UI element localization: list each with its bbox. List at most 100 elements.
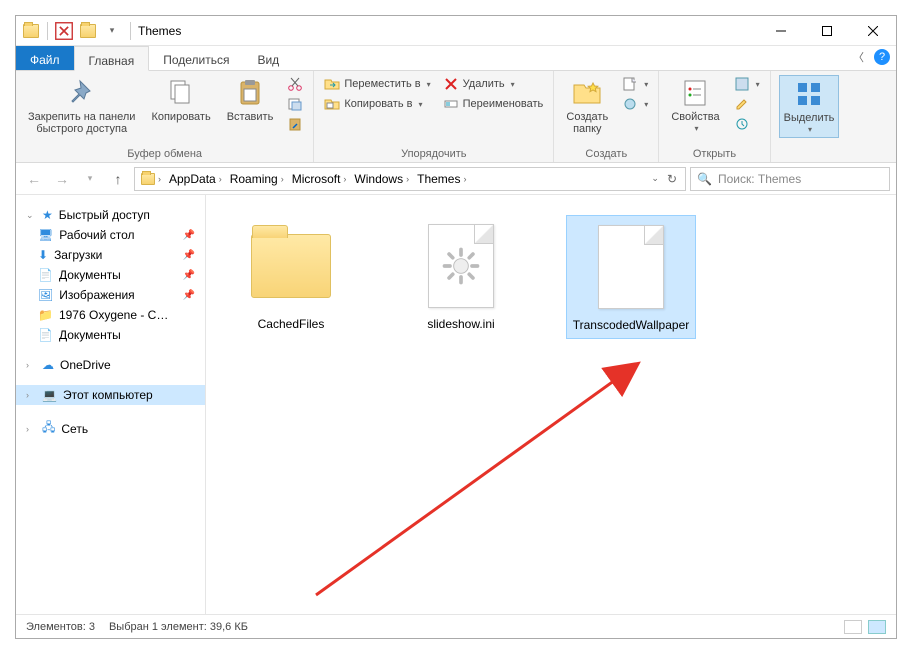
address-bar[interactable]: › AppData› Roaming› Microsoft› Windows› … [134, 167, 686, 191]
move-to-icon [324, 76, 340, 92]
divider [47, 22, 48, 40]
sidebar-item-downloads[interactable]: ⬇ Загрузки 📌 [16, 245, 205, 265]
rename-button[interactable]: Переименовать [441, 95, 546, 113]
recent-locations-button[interactable]: ▾ [78, 167, 102, 191]
easy-access-button[interactable]: ▾ [620, 95, 650, 113]
address-row: ← → ▾ ↑ › AppData› Roaming› Microsoft› W… [16, 163, 896, 195]
copy-to-icon [324, 96, 340, 112]
breadcrumb-item[interactable]: Themes› [413, 172, 470, 186]
sidebar-item-quick-access[interactable]: ⌄★Быстрый доступ [16, 205, 205, 225]
copy-path-button[interactable] [285, 95, 305, 113]
address-dropdown-icon[interactable]: ⌄ [651, 173, 659, 184]
file-name: slideshow.ini [427, 317, 494, 331]
edit-icon [734, 96, 750, 112]
pin-to-quick-access-button[interactable]: Закрепить на панели быстрого доступа [24, 75, 139, 137]
maximize-button[interactable] [804, 16, 850, 46]
sidebar-item-this-pc[interactable]: ›💻Этот компьютер [16, 385, 205, 405]
up-button[interactable]: ↑ [106, 167, 130, 191]
copy-label: Копировать [151, 111, 210, 123]
navigation-pane[interactable]: ⌄★Быстрый доступ 🖥Рабочий стол📌 ⬇ Загрузк… [16, 195, 206, 614]
search-input[interactable]: 🔍 Поиск: Themes [690, 167, 890, 191]
paste-label: Вставить [227, 111, 274, 123]
documents-icon: 📄 [38, 268, 53, 282]
sidebar-label: Загрузки [54, 248, 102, 262]
paste-shortcut-button[interactable] [285, 115, 305, 133]
breadcrumb-item[interactable]: Roaming› [226, 172, 288, 186]
sidebar-item-onedrive[interactable]: ›☁OneDrive [16, 355, 205, 375]
chevron-down-icon: ▾ [756, 80, 760, 89]
sidebar-item-network[interactable]: ›🖧Сеть [16, 415, 205, 442]
sidebar-label: 1976 Oxygene - CD2 [59, 308, 169, 322]
close-button[interactable] [850, 16, 896, 46]
copy-path-icon [287, 96, 303, 112]
folder-icon[interactable] [20, 20, 42, 42]
cut-button[interactable] [285, 75, 305, 93]
chevron-down-icon: ▾ [694, 125, 698, 134]
sidebar-item-documents-2[interactable]: 📄 Документы [16, 325, 205, 345]
tab-view[interactable]: Вид [243, 46, 293, 70]
pin-icon: 📌 [183, 290, 195, 301]
status-count: Элементов: 3 [26, 621, 95, 633]
breadcrumb-item[interactable]: Windows› [350, 172, 413, 186]
search-icon: 🔍 [697, 172, 712, 186]
back-button[interactable]: ← [22, 167, 46, 191]
delete-button[interactable]: Удалить▾ [441, 75, 546, 93]
view-switcher [844, 620, 886, 634]
qat-dropdown-icon[interactable]: ▾ [101, 20, 123, 42]
new-item-button[interactable]: ▾ [620, 75, 650, 93]
group-select: Выделить ▾ [771, 71, 848, 162]
forward-button[interactable]: → [50, 167, 74, 191]
properties-qat-icon[interactable] [53, 20, 75, 42]
refresh-icon[interactable]: ↻ [667, 172, 677, 186]
breadcrumb-item[interactable]: Microsoft› [288, 172, 351, 186]
breadcrumb-item[interactable]: AppData› [165, 172, 226, 186]
ribbon: Закрепить на панели быстрого доступа Коп… [16, 71, 896, 163]
sidebar-item-documents[interactable]: 📄Документы📌 [16, 265, 205, 285]
pin-icon: 📌 [183, 250, 195, 261]
tab-home[interactable]: Главная [74, 46, 150, 71]
sidebar-item-desktop[interactable]: 🖥Рабочий стол📌 [16, 225, 205, 245]
status-selection: Выбран 1 элемент: 39,6 КБ [109, 621, 248, 633]
collapse-ribbon-icon[interactable]: 〈 [853, 49, 864, 65]
help-icon[interactable]: ? [874, 49, 890, 65]
rename-icon [443, 96, 459, 112]
chevron-right-icon: › [281, 174, 284, 184]
open-icon [734, 76, 750, 92]
properties-button[interactable]: Свойства ▾ [667, 75, 723, 136]
copy-to-button[interactable]: Копировать в▾ [322, 95, 432, 113]
star-icon: ★ [42, 208, 53, 222]
sidebar-item-pictures[interactable]: 🖼Изображения📌 [16, 285, 205, 305]
cut-icon [287, 76, 303, 92]
status-bar: Элементов: 3 Выбран 1 элемент: 39,6 КБ [16, 614, 896, 638]
tab-share[interactable]: Поделиться [149, 46, 243, 70]
new-folder-button[interactable]: Создать папку [562, 75, 612, 137]
file-item-ini[interactable]: slideshow.ini [396, 215, 526, 337]
file-list[interactable]: CachedFiles slideshow.ini TranscodedWall… [206, 195, 896, 614]
move-to-button[interactable]: Переместить в▾ [322, 75, 432, 93]
properties-icon [679, 77, 711, 109]
sidebar-label: Документы [59, 328, 121, 342]
breadcrumb-root[interactable]: › [137, 173, 165, 185]
new-item-icon [622, 76, 638, 92]
chevron-right-icon: › [26, 424, 36, 434]
copy-button[interactable]: Копировать [147, 75, 214, 125]
file-item-folder[interactable]: CachedFiles [226, 215, 356, 337]
minimize-button[interactable] [758, 16, 804, 46]
icons-view-button[interactable] [868, 620, 886, 634]
open-small-buttons: ▾ [732, 75, 762, 133]
documents-icon: 📄 [38, 328, 53, 342]
new-folder-qat-icon[interactable] [77, 20, 99, 42]
history-button[interactable] [732, 115, 762, 133]
folder-star-icon [571, 77, 603, 109]
select-button[interactable]: Выделить ▾ [779, 75, 840, 138]
folder-icon: 📁 [38, 308, 53, 322]
sidebar-item-folder[interactable]: 📁 1976 Oxygene - CD2 [16, 305, 205, 325]
chevron-down-icon: ▾ [644, 80, 648, 89]
details-view-button[interactable] [844, 620, 862, 634]
file-item-selected[interactable]: TranscodedWallpaper [566, 215, 696, 339]
downloads-icon: ⬇ [38, 248, 48, 262]
tab-file[interactable]: Файл [16, 46, 74, 70]
edit-button[interactable] [732, 95, 762, 113]
paste-button[interactable]: Вставить [223, 75, 278, 125]
open-button[interactable]: ▾ [732, 75, 762, 93]
